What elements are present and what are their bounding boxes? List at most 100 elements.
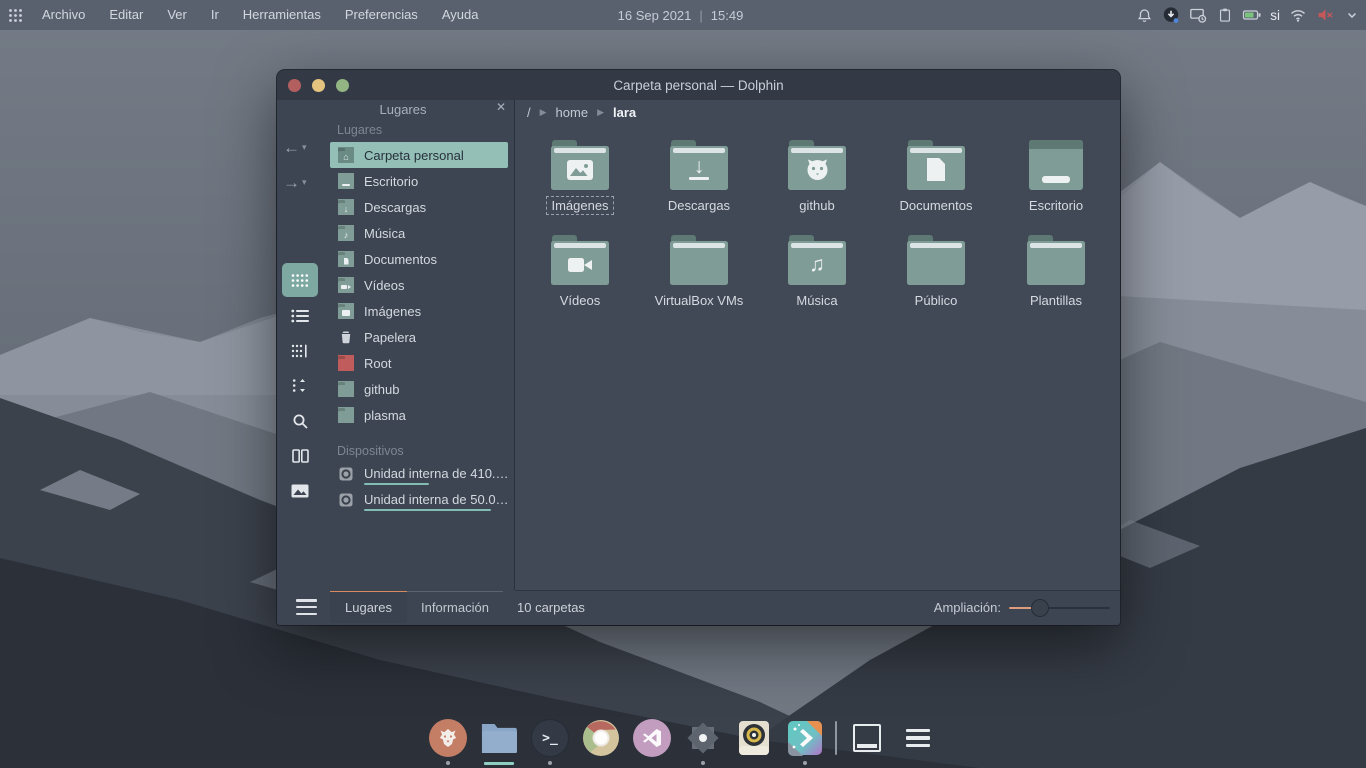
details-view-button[interactable] [282, 334, 318, 368]
sidebar-item-videos[interactable]: Vídeos [330, 272, 508, 298]
folder-label: Escritorio [1025, 197, 1087, 214]
zoom-slider[interactable] [1009, 599, 1110, 617]
menu-editar[interactable]: Editar [97, 0, 155, 30]
dock-item-vscode[interactable] [631, 710, 673, 766]
nightcolor-display-icon[interactable] [1188, 5, 1208, 25]
devices-section-header: Dispositivos [337, 444, 404, 458]
tab-lugares[interactable]: Lugares [330, 592, 407, 623]
dock-item-terminal[interactable]: >_ [529, 710, 571, 766]
panel-menu-icon[interactable] [296, 599, 317, 615]
folder-tile-github[interactable]: github [761, 140, 873, 232]
menu-archivo[interactable]: Archivo [30, 0, 97, 30]
sidebar-item-label: github [364, 382, 399, 397]
back-arrow-icon: ← [283, 139, 300, 156]
sidebar-item-label: Carpeta personal [364, 148, 464, 163]
tab-informacion[interactable]: Información [407, 592, 503, 623]
folder-tile-descargas[interactable]: ↓ Descargas [643, 140, 755, 232]
breadcrumb-root[interactable]: / [527, 105, 531, 120]
preview-panel-button[interactable] [282, 474, 318, 508]
folder-tile-videos[interactable]: Vídeos [524, 235, 636, 327]
folder-label: Documentos [896, 197, 977, 214]
dock-item-media-player[interactable] [733, 710, 775, 766]
back-button[interactable]: ←▾ [283, 135, 317, 159]
menu-ver[interactable]: Ver [155, 0, 199, 30]
dock-item-file-manager[interactable] [478, 710, 520, 766]
folder-tile-publico[interactable]: Público [880, 235, 992, 327]
notifications-bell-icon[interactable] [1134, 5, 1154, 25]
close-window-button[interactable] [288, 79, 301, 92]
search-icon [292, 413, 309, 430]
folder-tile-musica[interactable]: ♫ Música [761, 235, 873, 327]
sidebar-item-github[interactable]: github [330, 376, 508, 402]
folder-tile-documentos[interactable]: Documentos [880, 140, 992, 232]
sidebar-item-papelera[interactable]: Papelera [330, 324, 508, 350]
updates-icon[interactable] [1161, 5, 1181, 25]
folder-root-icon [338, 355, 354, 371]
tray-expand-chevron-icon[interactable] [1342, 5, 1362, 25]
dolphin-window: Carpeta personal — Dolphin ←▾ →▾ [277, 70, 1120, 625]
folder-github-icon [788, 140, 846, 190]
menu-herramientas[interactable]: Herramientas [231, 0, 333, 30]
dock-item-photos[interactable] [784, 710, 826, 766]
window-titlebar[interactable]: Carpeta personal — Dolphin [277, 70, 1120, 100]
breadcrumb-current[interactable]: lara [613, 105, 636, 120]
forward-dropdown-icon[interactable]: ▾ [302, 178, 307, 187]
forward-button[interactable]: →▾ [283, 170, 317, 194]
battery-icon[interactable] [1242, 5, 1262, 25]
places-panel-title[interactable]: Lugares [323, 102, 483, 117]
sidebar-item-plasma[interactable]: plasma [330, 402, 508, 428]
folder-tile-virtualbox[interactable]: VirtualBox VMs [643, 235, 755, 327]
maximize-window-button[interactable] [336, 79, 349, 92]
sidebar-item-musica[interactable]: ♪ Música [330, 220, 508, 246]
dock-item-settings[interactable] [682, 710, 724, 766]
menu-ayuda[interactable]: Ayuda [430, 0, 491, 30]
app-grid-icon[interactable] [0, 0, 30, 30]
minimize-window-button[interactable] [312, 79, 325, 92]
file-view[interactable]: / ▶ home ▶ lara Imágenes ↓ [515, 100, 1120, 590]
folder-label: Descargas [664, 197, 734, 214]
sidebar-item-carpeta-personal[interactable]: ⌂ Carpeta personal [330, 142, 508, 168]
file-manager-icon [480, 722, 518, 754]
dock-item-firefox[interactable] [427, 710, 469, 766]
sidebar-item-escritorio[interactable]: Escritorio [330, 168, 508, 194]
photos-icon [787, 720, 823, 756]
sort-button[interactable] [282, 368, 318, 402]
dock-item-menu[interactable] [897, 710, 939, 766]
sidebar-item-documentos[interactable]: Documentos [330, 246, 508, 272]
breadcrumb-chevron-icon: ▶ [540, 107, 547, 118]
volume-muted-icon[interactable] [1315, 5, 1335, 25]
folder-images-icon [338, 303, 354, 319]
forward-arrow-icon: → [283, 174, 300, 191]
chromium-icon [582, 719, 620, 757]
folder-tile-plantillas[interactable]: Plantillas [1000, 235, 1112, 327]
folder-icon [338, 381, 354, 397]
sidebar-item-root[interactable]: Root [330, 350, 508, 376]
search-button[interactable] [282, 404, 318, 438]
device-label: Unidad interna de 50.0… [364, 492, 509, 507]
folder-label: Imágenes [547, 197, 612, 214]
wifi-icon[interactable] [1288, 5, 1308, 25]
folder-videos-icon [338, 277, 354, 293]
zoom-slider-handle[interactable] [1031, 599, 1049, 617]
icons-view-button[interactable] [282, 263, 318, 297]
clock[interactable]: 16 Sep 2021 | 15:49 [618, 0, 744, 30]
back-dropdown-icon[interactable]: ▾ [302, 143, 307, 152]
compact-view-button[interactable] [282, 299, 318, 333]
menu-ir[interactable]: Ir [199, 0, 231, 30]
places-panel-close-icon[interactable]: ✕ [496, 100, 506, 114]
folder-tile-imagenes[interactable]: Imágenes [524, 140, 636, 232]
clipboard-icon[interactable] [1215, 5, 1235, 25]
sidebar-item-device-2[interactable]: Unidad interna de 50.0… [330, 492, 508, 516]
sidebar-item-imagenes[interactable]: Imágenes [330, 298, 508, 324]
breadcrumb-home[interactable]: home [556, 105, 589, 120]
folder-tile-escritorio[interactable]: Escritorio [1000, 140, 1112, 232]
keyboard-layout-indicator[interactable]: si [1269, 8, 1281, 23]
sidebar-item-descargas[interactable]: ↓ Descargas [330, 194, 508, 220]
dock-item-show-desktop[interactable] [846, 710, 888, 766]
menu-preferencias[interactable]: Preferencias [333, 0, 430, 30]
split-view-button[interactable] [282, 439, 318, 473]
preview-image-icon [291, 484, 309, 498]
dock-item-chromium[interactable] [580, 710, 622, 766]
sidebar-item-device-1[interactable]: Unidad interna de 410.… [330, 466, 508, 490]
folder-icon [907, 235, 965, 285]
